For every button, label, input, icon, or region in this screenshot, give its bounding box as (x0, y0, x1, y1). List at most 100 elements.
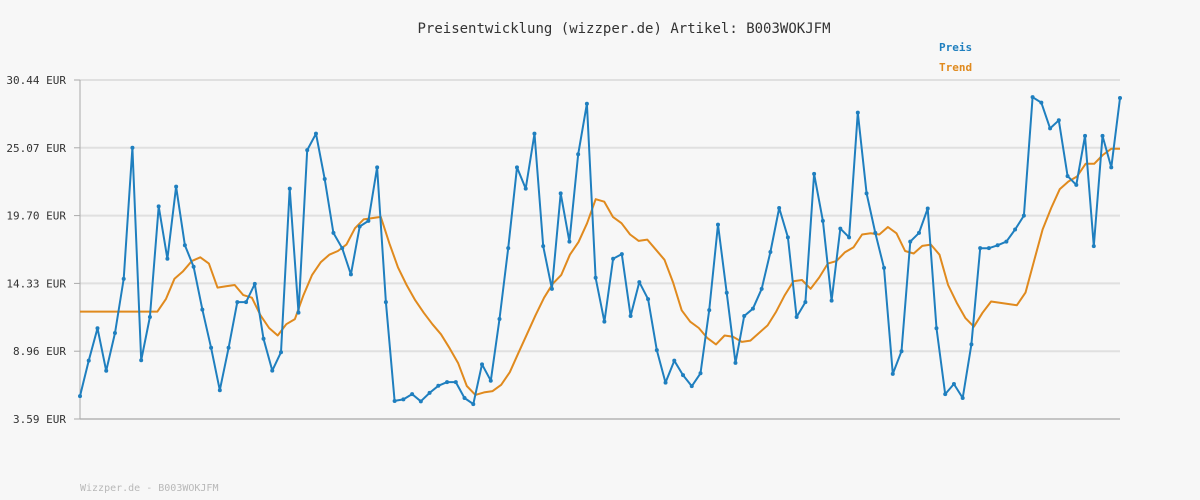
data-point (313, 131, 318, 136)
data-point (410, 392, 415, 397)
data-point (646, 297, 651, 302)
data-point (471, 402, 476, 407)
legend-trend: Trend (939, 61, 972, 74)
data-point (1056, 118, 1061, 123)
data-point (1083, 133, 1088, 138)
data-point (847, 235, 852, 240)
data-point (681, 373, 686, 378)
data-point (340, 246, 345, 251)
data-point (244, 300, 249, 305)
y-tick-label: 19.70 EUR (6, 210, 66, 223)
data-point (445, 380, 450, 385)
data-point (226, 345, 231, 350)
data-point (611, 256, 616, 261)
series-line-trend (80, 147, 1120, 396)
data-point (855, 110, 860, 115)
data-point (576, 152, 581, 157)
data-point (584, 101, 589, 106)
axes (79, 80, 1120, 420)
data-point (235, 300, 240, 305)
data-point (78, 394, 82, 399)
y-tick-label: 8.96 EUR (13, 345, 66, 358)
data-point (86, 358, 91, 363)
data-point (523, 186, 528, 191)
data-point (252, 281, 257, 286)
data-point (270, 368, 275, 373)
data-point (951, 382, 956, 387)
data-point (672, 358, 677, 363)
y-tick-label: 3.59 EUR (13, 413, 66, 426)
data-point (890, 371, 895, 376)
data-point (436, 383, 441, 388)
data-point (812, 171, 817, 176)
data-point (375, 165, 380, 170)
data-point (715, 222, 720, 227)
data-point (532, 131, 537, 136)
data-point (698, 371, 703, 376)
grid-lines (80, 79, 1120, 420)
data-point (689, 384, 694, 389)
data-point (750, 306, 755, 311)
data-point (147, 314, 152, 319)
data-point (401, 397, 406, 402)
data-point (453, 380, 458, 385)
data-point (95, 326, 100, 331)
data-point (628, 313, 633, 318)
data-point (785, 235, 790, 240)
data-point (357, 224, 362, 229)
y-tick-label: 30.44 EUR (6, 74, 66, 87)
data-point (130, 145, 135, 150)
data-point (602, 319, 607, 324)
data-point (567, 239, 572, 244)
data-point (174, 184, 179, 189)
data-point (104, 368, 109, 373)
data-point (969, 342, 974, 347)
data-point (279, 350, 284, 355)
data-point (1109, 165, 1114, 170)
data-point (1030, 95, 1035, 100)
data-point (960, 396, 965, 401)
data-point (838, 226, 843, 231)
data-point (427, 390, 432, 395)
data-point (1100, 133, 1105, 138)
data-point (165, 256, 170, 261)
data-point (480, 362, 485, 367)
data-point (1021, 213, 1026, 218)
data-point (541, 244, 546, 249)
data-point (549, 286, 554, 291)
plot-area (78, 95, 1122, 407)
data-point (366, 218, 371, 223)
y-tick-label: 14.33 EUR (6, 277, 66, 290)
data-point (418, 399, 423, 404)
y-axis-ticks: 3.59 EUR 8.96 EUR 14.33 EUR 19.70 EUR 25.07 … (6, 74, 80, 426)
data-point (305, 148, 310, 153)
data-point (899, 349, 904, 354)
data-point (768, 249, 773, 254)
data-point (392, 398, 397, 403)
data-point (121, 276, 126, 281)
data-point (619, 252, 624, 257)
data-point (1039, 100, 1044, 105)
data-point (864, 191, 869, 196)
data-point (488, 378, 493, 383)
data-point (733, 360, 738, 365)
data-point (882, 265, 887, 270)
data-point (1065, 174, 1070, 179)
data-point (820, 218, 825, 223)
data-point (331, 230, 336, 235)
data-point (462, 396, 467, 401)
data-point (829, 298, 834, 303)
footer-credit: Wizzper.de - B003WOKJFM (80, 483, 218, 494)
data-point (383, 300, 388, 305)
data-point (803, 300, 808, 305)
data-point (287, 186, 292, 191)
data-point (1074, 182, 1079, 187)
data-point (1048, 126, 1053, 131)
data-point (112, 331, 117, 336)
data-point (200, 307, 205, 312)
data-point (908, 239, 913, 244)
data-point (209, 345, 214, 350)
data-point (943, 392, 948, 397)
data-point (707, 308, 712, 313)
data-point (925, 206, 930, 211)
